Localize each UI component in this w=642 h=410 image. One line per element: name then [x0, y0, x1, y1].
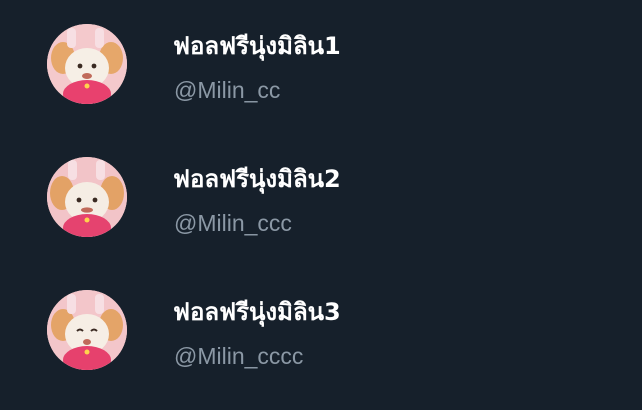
display-name[interactable]: ฟอลฟรีนุ่งมิลิน1 [173, 30, 341, 62]
account-row[interactable]: ฟอลฟรีนุ่งมิลิน1 @Milin_cc [0, 0, 642, 130]
avatar[interactable] [47, 290, 127, 370]
account-list: ฟอลฟรีนุ่งมิลิน1 @Milin_cc ฟอลฟรีนุ่งมิล… [0, 0, 642, 410]
cartoon-character-icon [47, 24, 127, 104]
user-handle[interactable]: @Milin_cc [174, 76, 280, 104]
account-row[interactable]: ฟอลฟรีนุ่งมิลิน2 @Milin_ccc [0, 133, 642, 263]
display-name[interactable]: ฟอลฟรีนุ่งมิลิน2 [173, 163, 341, 195]
display-name[interactable]: ฟอลฟรีนุ่งมิลิน3 [173, 296, 341, 328]
user-handle[interactable]: @Milin_ccc [174, 209, 292, 237]
cartoon-character-icon [47, 290, 127, 370]
avatar[interactable] [47, 24, 127, 104]
cartoon-character-icon [47, 157, 127, 237]
account-row[interactable]: ฟอลฟรีนุ่งมิลิน3 @Milin_cccc [0, 266, 642, 396]
user-handle[interactable]: @Milin_cccc [174, 342, 303, 370]
avatar[interactable] [47, 157, 127, 237]
